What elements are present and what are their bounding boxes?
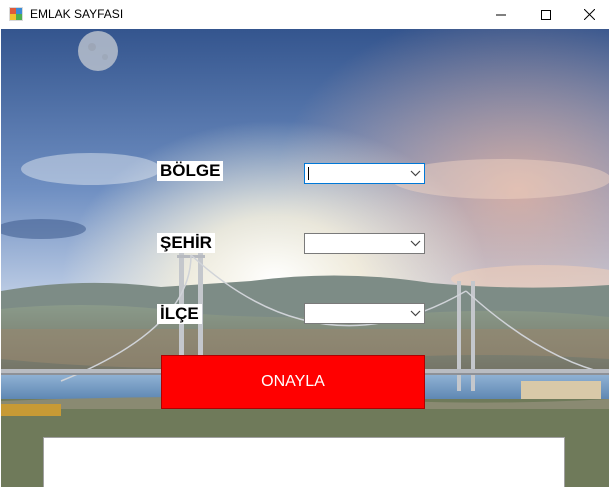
minimize-icon: [496, 14, 506, 15]
bolge-label: BÖLGE: [157, 161, 224, 181]
app-window: EMLAK SAYFASI BÖLGE ŞEHİR İLÇE ONAYLA: [0, 0, 610, 487]
chevron-down-icon[interactable]: [410, 309, 421, 318]
minimize-button[interactable]: [478, 0, 524, 29]
background-image: [1, 29, 609, 487]
window-title: EMLAK SAYFASI: [30, 7, 124, 21]
close-button[interactable]: [566, 0, 610, 29]
maximize-icon: [541, 9, 551, 20]
chevron-down-icon[interactable]: [410, 239, 421, 248]
text-caret: [308, 167, 309, 180]
title-bar[interactable]: EMLAK SAYFASI: [0, 0, 610, 29]
app-window-icon: [9, 7, 23, 21]
sehir-combobox[interactable]: [304, 233, 425, 254]
maximize-button[interactable]: [523, 0, 569, 29]
bolge-combobox[interactable]: [304, 163, 425, 184]
ilce-label: İLÇE: [157, 304, 202, 324]
output-listbox[interactable]: [43, 437, 565, 487]
chevron-down-icon[interactable]: [410, 169, 421, 178]
ilce-combobox[interactable]: [304, 303, 425, 324]
sehir-label: ŞEHİR: [157, 233, 215, 253]
close-icon: [583, 9, 595, 20]
form-client-area: BÖLGE ŞEHİR İLÇE ONAYLA: [1, 29, 609, 487]
confirm-button[interactable]: ONAYLA: [161, 355, 425, 409]
